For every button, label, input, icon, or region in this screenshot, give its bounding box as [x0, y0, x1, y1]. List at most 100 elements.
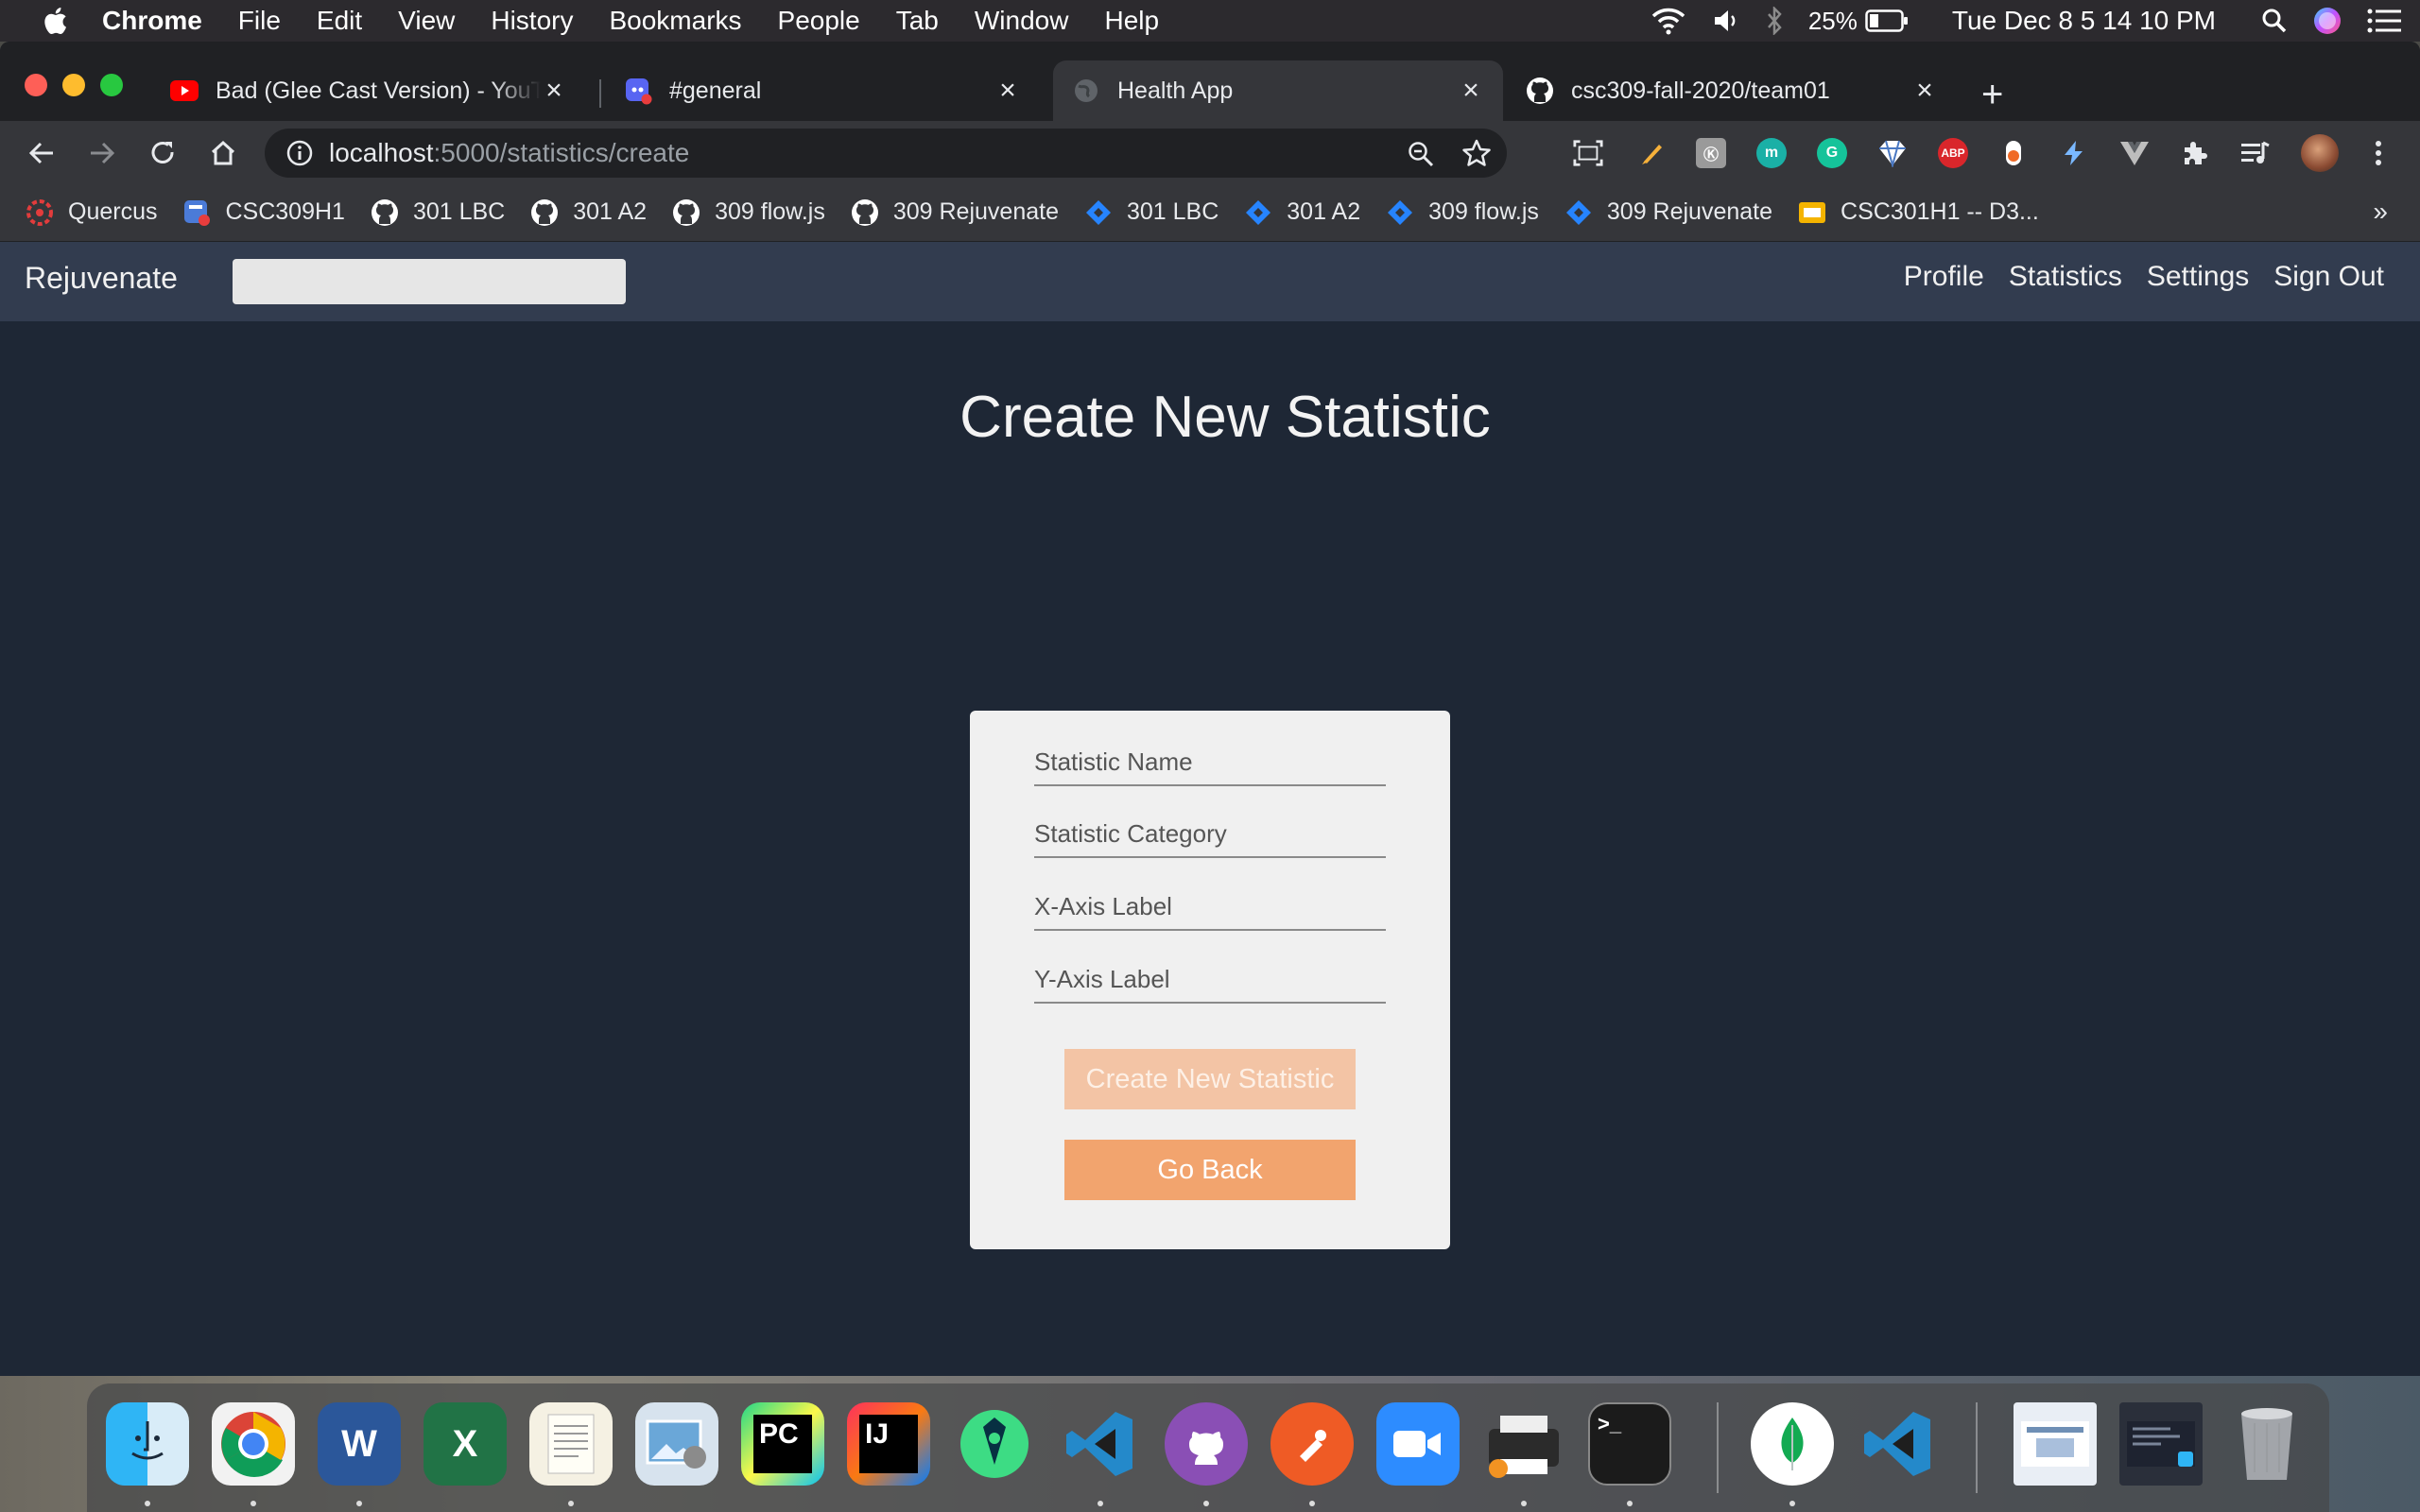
preview-icon[interactable]	[635, 1402, 718, 1486]
tab-github[interactable]: csc309-fall-2020/team01 ×	[1507, 60, 1957, 121]
go-back-button[interactable]: Go Back	[1064, 1140, 1356, 1200]
menu-bookmarks[interactable]: Bookmarks	[609, 6, 741, 36]
github-desktop-icon[interactable]	[1165, 1402, 1248, 1486]
notification-center-icon[interactable]	[2367, 9, 2401, 33]
close-tab-icon[interactable]: ×	[1911, 75, 1938, 106]
discord-icon	[624, 77, 652, 105]
bookmark-jira-301-lbc[interactable]: 301 LBC	[1083, 198, 1219, 228]
printer-icon[interactable]	[1482, 1402, 1565, 1486]
battery-icon[interactable]	[1865, 9, 1909, 32]
grammarly-icon[interactable]: G	[1817, 138, 1847, 168]
excel-icon[interactable]: X	[424, 1402, 507, 1486]
android-studio-icon[interactable]	[953, 1402, 1036, 1486]
bookmark-jira-301-a2[interactable]: 301 A2	[1243, 198, 1360, 228]
bookmark-csc309h1[interactable]: CSC309H1	[182, 198, 345, 228]
minimize-window-button[interactable]	[62, 74, 85, 96]
brand-logo[interactable]: Rejuvenate	[25, 261, 178, 296]
site-info-icon[interactable]	[285, 139, 314, 167]
close-tab-icon[interactable]: ×	[541, 75, 567, 106]
bookmark-github-309-flowjs[interactable]: 309 flow.js	[671, 198, 825, 228]
menu-edit[interactable]: Edit	[317, 6, 362, 36]
nav-link-sign-out[interactable]: Sign Out	[2273, 261, 2384, 293]
wifi-icon[interactable]	[1650, 7, 1687, 35]
statistic-name-input[interactable]	[1034, 739, 1386, 786]
intellij-icon[interactable]: IJ	[847, 1402, 930, 1486]
reload-icon[interactable]	[142, 132, 183, 174]
more-bookmarks-icon[interactable]: »	[2373, 197, 2388, 227]
home-icon[interactable]	[202, 132, 244, 174]
bookmark-csc301h1-d3[interactable]: CSC301H1 -- D3...	[1797, 198, 2039, 228]
menu-file[interactable]: File	[238, 6, 281, 36]
spotlight-search-icon[interactable]	[2261, 8, 2288, 34]
chrome-dock-icon[interactable]	[212, 1402, 295, 1486]
kami-extension-icon[interactable]: Ⓚ	[1696, 138, 1726, 168]
volume-icon[interactable]	[1712, 8, 1740, 34]
bookmark-star-icon[interactable]	[1461, 138, 1492, 175]
recent-document-icon[interactable]	[2014, 1402, 2097, 1486]
word-icon[interactable]: W	[318, 1402, 401, 1486]
y-axis-label-input[interactable]	[1034, 956, 1386, 1004]
nav-link-profile[interactable]: Profile	[1904, 261, 1984, 293]
bookmark-jira-309-flowjs[interactable]: 309 flow.js	[1385, 198, 1539, 228]
bookmark-jira-309-rejuvenate[interactable]: 309 Rejuvenate	[1564, 198, 1772, 228]
bookmark-github-301-a2[interactable]: 301 A2	[529, 198, 647, 228]
toggle-extension-icon[interactable]	[1998, 138, 2029, 168]
lightning-extension-icon[interactable]	[2059, 138, 2089, 168]
new-tab-icon[interactable]: +	[1981, 76, 2003, 113]
close-tab-icon[interactable]: ×	[994, 75, 1021, 106]
menu-view[interactable]: View	[398, 6, 455, 36]
dock-separator	[1976, 1402, 1978, 1493]
menu-history[interactable]: History	[491, 6, 573, 36]
navbar-search-input[interactable]	[233, 259, 626, 304]
mongodb-compass-icon[interactable]	[1751, 1402, 1834, 1486]
app-navbar: Rejuvenate Profile Statistics Settings S…	[0, 242, 2420, 321]
close-tab-icon[interactable]: ×	[1458, 75, 1484, 106]
adblock-plus-icon[interactable]: ABP	[1938, 138, 1968, 168]
clock[interactable]: Tue Dec 8 5 14 10 PM	[1952, 6, 2216, 36]
textedit-icon[interactable]	[529, 1402, 613, 1486]
menu-app-name[interactable]: Chrome	[102, 6, 202, 36]
menu-window[interactable]: Window	[975, 6, 1069, 36]
tab-health-app[interactable]: Health App ×	[1053, 60, 1503, 121]
zoom-icon[interactable]	[1376, 1402, 1460, 1486]
statistic-category-input[interactable]	[1034, 811, 1386, 858]
apple-icon[interactable]	[36, 2, 74, 40]
menu-people[interactable]: People	[778, 6, 860, 36]
finder-icon[interactable]	[106, 1402, 189, 1486]
postman-icon[interactable]	[1270, 1402, 1354, 1486]
terminal-icon[interactable]: >_	[1588, 1402, 1671, 1486]
vue-devtools-icon[interactable]	[2119, 138, 2150, 168]
profile-avatar[interactable]	[2301, 134, 2339, 172]
nav-link-settings[interactable]: Settings	[2147, 261, 2249, 293]
diamond-extension-icon[interactable]	[1877, 138, 1908, 168]
nav-link-statistics[interactable]: Statistics	[2009, 261, 2122, 293]
media-control-icon[interactable]	[2240, 138, 2271, 168]
bluetooth-icon[interactable]	[1765, 7, 1784, 35]
address-bar[interactable]: localhost :5000/statistics/create	[265, 129, 1507, 178]
bookmark-github-309-rejuvenate[interactable]: 309 Rejuvenate	[850, 198, 1059, 228]
vscode-icon[interactable]	[1059, 1402, 1142, 1486]
bookmark-github-301-lbc[interactable]: 301 LBC	[370, 198, 505, 228]
tab-youtube[interactable]: Bad (Glee Cast Version) - YouT ×	[151, 60, 586, 121]
forward-icon[interactable]	[81, 132, 123, 174]
tab-discord[interactable]: #general ×	[605, 60, 1040, 121]
bookmark-quercus[interactable]: Quercus	[25, 198, 157, 228]
downloads-stack-icon[interactable]	[2119, 1402, 2203, 1486]
zoom-icon[interactable]	[1407, 140, 1435, 175]
highlighter-extension-icon[interactable]	[1637, 138, 1668, 168]
extensions-puzzle-icon[interactable]	[2180, 138, 2210, 168]
vscode-icon[interactable]	[1857, 1402, 1940, 1486]
close-window-button[interactable]	[25, 74, 47, 96]
siri-icon[interactable]	[2312, 6, 2342, 36]
screenshot-extension-icon[interactable]	[1573, 138, 1603, 168]
trash-icon[interactable]	[2225, 1402, 2308, 1486]
mote-extension-icon[interactable]: m	[1756, 138, 1787, 168]
zoom-window-button[interactable]	[100, 74, 123, 96]
x-axis-label-input[interactable]	[1034, 884, 1386, 931]
menu-help[interactable]: Help	[1104, 6, 1159, 36]
chrome-menu-icon[interactable]	[2363, 138, 2394, 168]
create-statistic-button[interactable]: Create New Statistic	[1064, 1049, 1356, 1109]
pycharm-icon[interactable]: PC	[741, 1402, 824, 1486]
back-icon[interactable]	[21, 132, 62, 174]
menu-tab[interactable]: Tab	[896, 6, 939, 36]
